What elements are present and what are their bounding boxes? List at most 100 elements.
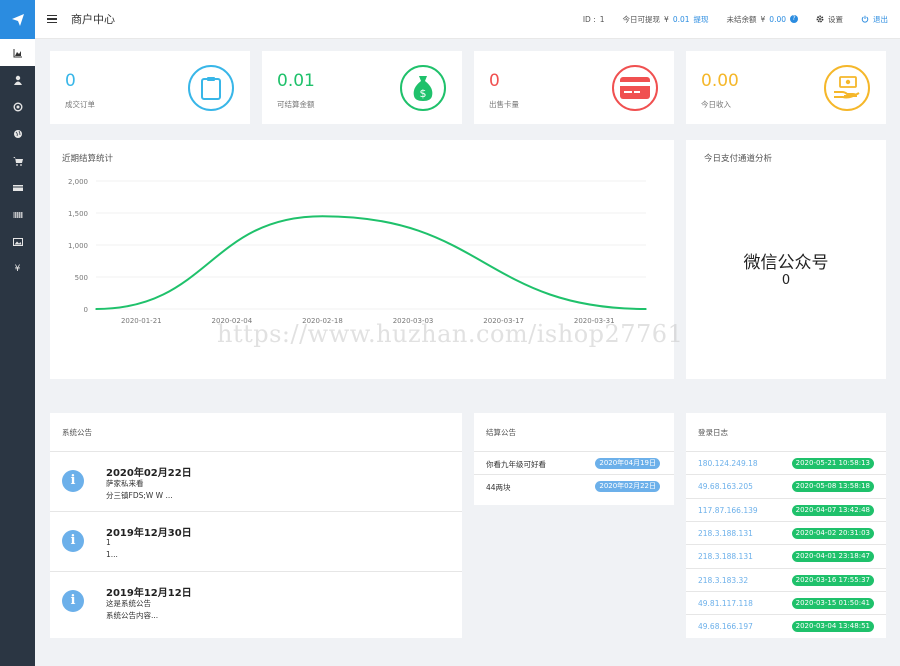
announcement-date: 2019年12月12日 (106, 588, 192, 599)
y-tick-label: 2,000 (68, 178, 88, 186)
withdraw-amount: 0.01 (672, 14, 690, 24)
y-tick-label: 500 (75, 274, 88, 282)
channel-panel-title: 今日支付通道分析 (704, 154, 773, 164)
x-tick-label: 2020-02-04 (212, 317, 253, 325)
system-announcements-panel: 系统公告 i 2020年02月22日 萨家私来看 分三镇FDS;W W ... … (50, 413, 462, 638)
logout-link[interactable]: 退出 (873, 14, 888, 25)
sidebar-item-card[interactable] (0, 174, 35, 201)
announcements-title: 系统公告 (62, 428, 92, 437)
announcement-line1: 这是系统公告 (106, 599, 151, 608)
cart-icon (12, 156, 23, 166)
settlement-item[interactable]: 你看九年级可好看 2020年04月19日 (474, 451, 674, 474)
unsettled-amount: 0.00 (769, 14, 786, 24)
channel-name: 微信公众号 (743, 253, 829, 273)
stat-label: 今日收入 (701, 100, 731, 109)
sidebar-item-image[interactable] (0, 228, 35, 255)
announcement-date: 2020年02月22日 (106, 468, 192, 479)
id-label: ID : (582, 14, 596, 24)
login-time-badge: 2020-05-21 10:58:13 (791, 458, 874, 469)
stat-label: 出售卡量 (489, 100, 519, 109)
channel-panel: 今日支付通道分析 微信公众号 0 (686, 140, 886, 379)
announcement-item[interactable]: i 2019年12月30日 1 1... (50, 511, 462, 571)
data-point (321, 215, 324, 217)
credit-card-icon (612, 65, 658, 111)
login-log-row: 218.3.183.32 2020-03-16 17:55:37 (686, 567, 886, 591)
login-time-badge: 2020-04-02 20:31:03 (791, 527, 874, 539)
login-log-row: 49.68.163.205 2020-05-08 13:58:18 (686, 474, 886, 497)
login-log-row: 218.3.188.131 2020-04-01 23:18:47 (686, 544, 886, 567)
stat-label: 可结算金额 (277, 100, 315, 109)
stat-card-cards: 0 出售卡量 (474, 51, 674, 124)
stat-card-settle: 0.01 可结算金额 $ (262, 51, 462, 124)
login-ip: 218.3.188.131 (698, 552, 753, 562)
settlement-date-badge: 2020年02月22日 (595, 481, 660, 492)
hamburger-menu-icon[interactable] (47, 14, 57, 24)
page-title: 商户中心 (71, 13, 115, 26)
withdraw-link[interactable]: 提现 (694, 14, 709, 25)
settlement-date-badge: 2020年04月19日 (595, 458, 660, 469)
support-icon (13, 102, 22, 111)
announcement-line2: 系统公告内容... (106, 611, 159, 620)
sidebar-item-globe[interactable] (0, 120, 35, 147)
unsettled-label: 未结余额 (726, 14, 757, 24)
login-log-row: 49.81.117.118 2020-03-15 01:50:41 (686, 590, 886, 614)
x-tick-label: 2020-03-31 (574, 317, 615, 325)
line-chart: 2,000 1,500 1,000 500 0 2020-01-21 2020-02-04 2… (68, 178, 647, 325)
settlements-title: 结算公告 (486, 428, 516, 437)
login-ip: 117.87.166.139 (698, 505, 758, 515)
brand-logo[interactable] (0, 0, 35, 39)
sidebar-item-support[interactable] (0, 93, 35, 120)
login-log-row: 180.124.249.18 2020-05-21 10:58:13 (686, 451, 886, 474)
data-point (645, 308, 647, 310)
login-time-badge: 2020-04-01 23:18:47 (791, 551, 874, 563)
login-ip: 49.68.163.205 (698, 482, 753, 492)
power-icon[interactable] (861, 15, 869, 23)
login-ip: 218.3.183.32 (698, 575, 749, 585)
announcement-line1: 1 (106, 538, 111, 547)
settings-link[interactable]: 设置 (828, 14, 843, 25)
help-icon[interactable]: ? (790, 15, 798, 23)
stat-value: 0.00 (701, 71, 739, 91)
channel-value: 0 (781, 273, 791, 288)
x-tick-label: 2020-02-18 (302, 317, 343, 325)
money-bag-icon: $ (400, 65, 446, 111)
user-icon (13, 75, 22, 85)
stat-value: 0.01 (277, 71, 315, 91)
x-tick-label: 2020-01-21 (121, 317, 162, 325)
login-time-badge: 2020-04-07 13:42:48 (791, 504, 874, 516)
y-tick-label: 1,500 (68, 210, 88, 218)
login-time-badge: 2020-03-15 01:50:41 (791, 597, 874, 609)
withdraw-label: 今日可提现 (622, 14, 661, 24)
sidebar-item-finance[interactable]: ¥ (0, 255, 35, 282)
login-ip: 180.124.249.18 (698, 459, 758, 468)
login-time-badge: 2020-03-16 17:55:37 (791, 574, 874, 586)
sidebar-item-barcode[interactable] (0, 201, 35, 228)
announcement-item[interactable]: i 2020年02月22日 萨家私来看 分三镇FDS;W W ... (50, 451, 462, 511)
sidebar: ¥ (0, 0, 35, 666)
settlement-item[interactable]: 44两块 2020年02月22日 (474, 474, 674, 497)
login-ip: 218.3.188.131 (698, 528, 753, 538)
login-time-badge: 2020-03-04 13:48:51 (791, 621, 874, 633)
image-icon (12, 237, 23, 246)
info-icon: i (62, 470, 84, 492)
clipboard-icon (188, 65, 234, 111)
sidebar-item-dashboard[interactable] (0, 39, 35, 66)
sidebar-item-user[interactable] (0, 66, 35, 93)
info-icon: i (62, 590, 84, 612)
login-log-row: 218.3.188.131 2020-04-02 20:31:03 (686, 520, 886, 544)
series-line (95, 215, 647, 310)
settlement-chart-panel: 近期结算统计 2,000 1,500 1,000 500 0 2020-01-21 2020… (50, 140, 674, 379)
login-log-row: 117.87.166.139 2020-04-07 13:42:48 (686, 497, 886, 521)
cash-hand-icon (824, 65, 870, 111)
stat-label: 成交订单 (65, 100, 95, 109)
gear-icon[interactable] (816, 15, 824, 23)
stat-value: 0 (65, 71, 76, 91)
id-value: 1 (599, 14, 605, 24)
announcement-item[interactable]: i 2019年12月12日 这是系统公告 系统公告内容... (50, 571, 462, 631)
sidebar-item-cart[interactable] (0, 147, 35, 174)
area-chart-icon (13, 48, 22, 57)
login-log-row: 49.68.166.197 2020-03-04 13:48:51 (686, 614, 886, 637)
login-ip: 49.68.166.197 (698, 622, 753, 632)
login-ip: 49.81.117.118 (698, 598, 753, 608)
settlement-announcements-panel: 结算公告 你看九年级可好看 2020年04月19日 44两块 2020年02月2… (474, 413, 674, 505)
